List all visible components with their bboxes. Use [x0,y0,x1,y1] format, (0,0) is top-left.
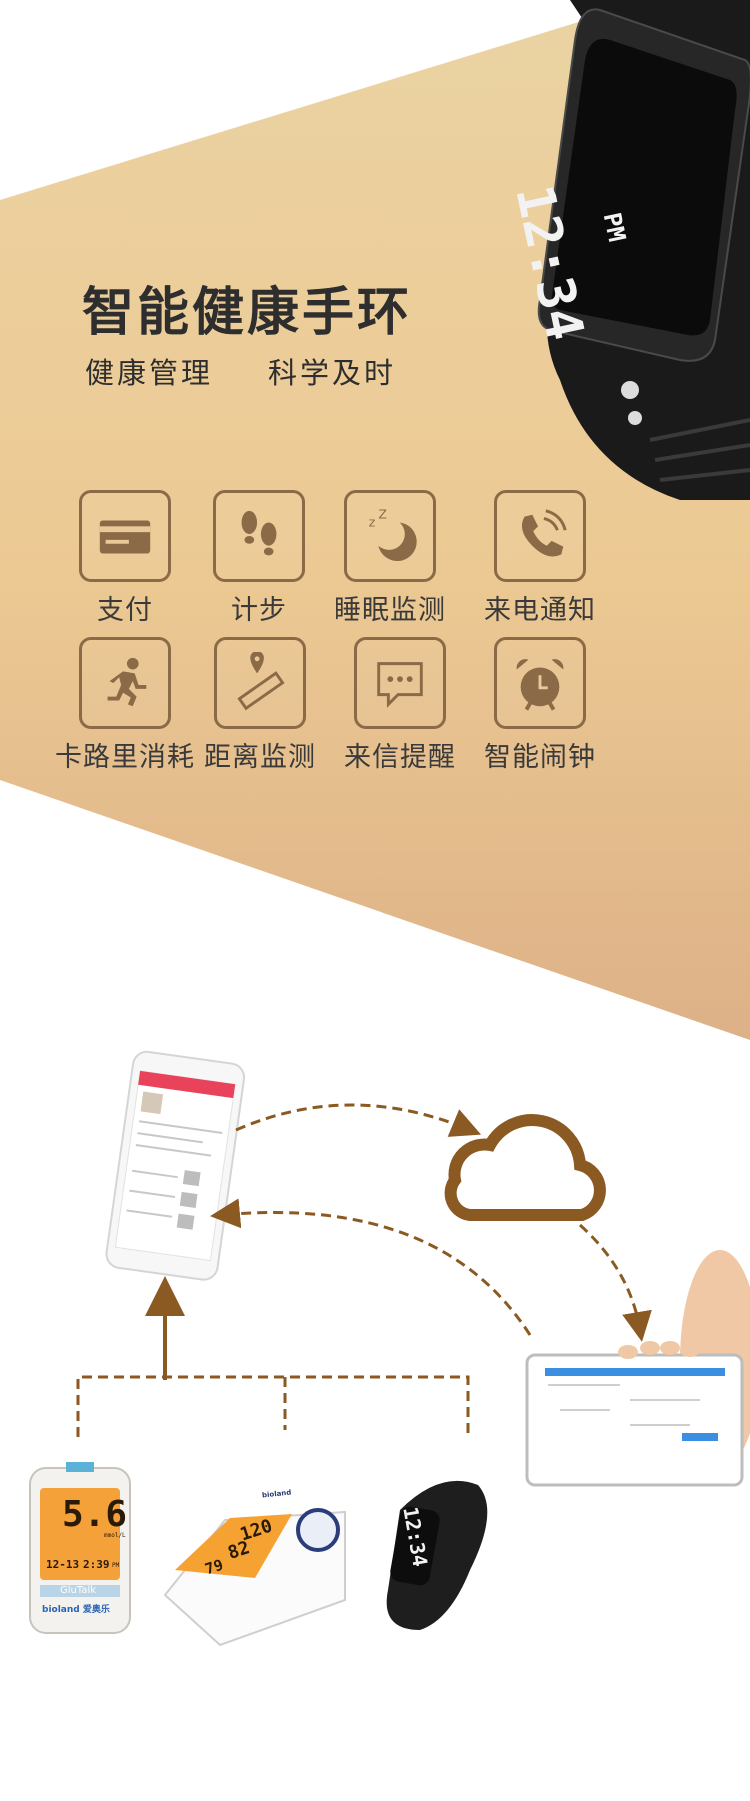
feature-calories: 卡路里消耗 [35,637,215,774]
feature-steps: 计步 [204,490,314,627]
moon-sleep-icon: zZ [369,507,417,562]
message-icon [377,662,423,708]
glucometer-brand: GluTalk [60,1585,97,1596]
glucometer-time: 2:39 [83,1558,110,1571]
glucometer-ampm: PM [112,1562,120,1569]
running-icon [107,657,147,707]
cloud-icon [444,1114,606,1221]
glucometer-unit: mmol/L [104,1532,126,1539]
subtitle-right: 科学及时 [268,356,397,390]
feature-payment: 支付 [70,490,180,627]
glucometer-maker: bioland 爱奥乐 [42,1605,110,1615]
glucometer-date: 12-13 [46,1558,80,1571]
footprints-icon [241,510,277,556]
tablet-image [525,1250,750,1487]
feature-call-notification: 来电通知 [475,490,605,627]
feature-distance: 距离监测 [200,637,320,774]
svg-text:Z: Z [378,507,387,522]
phone-call-icon [521,509,567,557]
page-title: 智能健康手环 [82,283,413,343]
feature-sleep: zZ 睡眠监测 [325,490,455,627]
smartphone-image [105,1050,246,1281]
card-icon [99,520,151,554]
alarm-clock-icon [516,659,564,711]
subtitle-left: 健康管理 [85,356,214,390]
svg-text:z: z [369,514,376,529]
ruler-location-icon [237,652,285,711]
feature-message-reminder: 来信提醒 [335,637,465,774]
glucometer-value: 5.6 [62,1494,128,1535]
watch-ampm: PM [597,210,632,245]
feature-smart-alarm: 智能闹钟 [475,637,605,774]
band-small-image [386,1480,488,1630]
ecosystem-diagram [29,1050,750,1647]
